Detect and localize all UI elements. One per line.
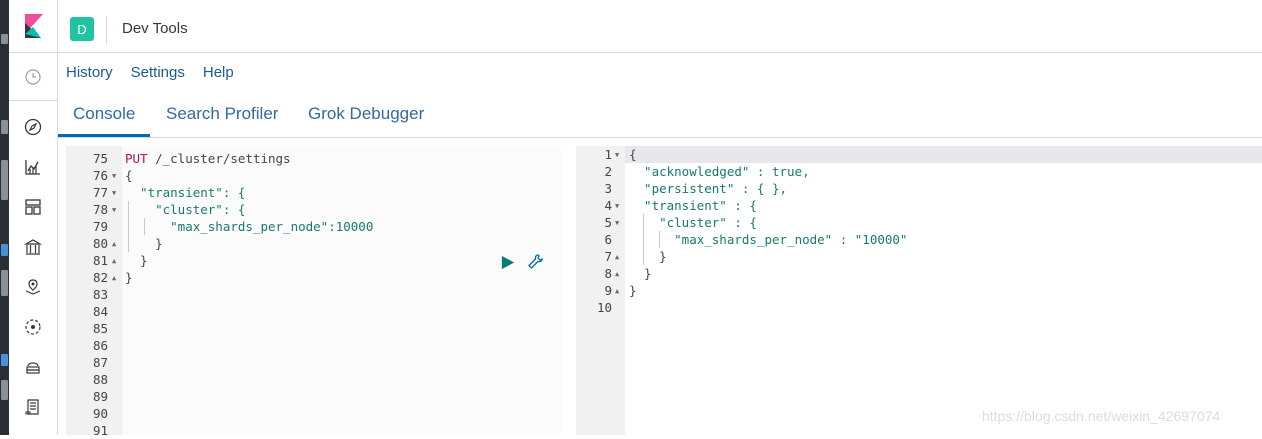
help-link[interactable]: Help [203, 64, 234, 81]
maps-icon[interactable] [21, 275, 45, 299]
kibana-logo-icon[interactable] [21, 14, 45, 38]
line-number: 91 [92, 423, 108, 438]
dashboard-icon[interactable] [21, 195, 45, 219]
wrench-icon[interactable] [527, 253, 545, 271]
fold-toggle-icon[interactable]: ▲ [615, 270, 619, 278]
watermark: https://blog.csdn.net/weixin_42697074 [982, 408, 1221, 424]
line-number: 6 [604, 232, 612, 247]
line-number: 88 [92, 372, 108, 387]
tab-grok-debugger[interactable]: Grok Debugger [308, 104, 424, 136]
active-tab-indicator [58, 134, 150, 137]
request-line: "max_shards_per_node":10000 [125, 219, 374, 234]
request-line: "cluster": { [125, 202, 246, 217]
fold-toggle-icon[interactable]: ▲ [112, 240, 116, 248]
app-header: D Dev Tools [58, 4, 1262, 53]
line-number: 86 [92, 338, 108, 353]
history-link[interactable]: History [66, 64, 113, 81]
request-line: } [125, 270, 133, 285]
fold-toggle-icon[interactable]: ▼ [615, 151, 619, 159]
response-gutter: 1 2 3 4 5 6 7 8 9 10 ▼ ▼ ▼ ▲ ▲ ▲ [576, 146, 625, 435]
line-number: 78 [92, 202, 108, 217]
response-line: } [629, 283, 637, 298]
fold-toggle-icon[interactable]: ▼ [112, 172, 116, 180]
tab-search-profiler[interactable]: Search Profiler [166, 104, 278, 136]
window-edge-strip [0, 0, 9, 435]
line-number: 9 [604, 283, 612, 298]
tab-console[interactable]: Console [73, 104, 135, 136]
request-line: } [125, 236, 163, 251]
response-line: "transient" : { [629, 198, 757, 213]
response-line: } [629, 249, 667, 264]
line-number: 89 [92, 389, 108, 404]
line-number: 83 [92, 287, 108, 302]
line-number: 80 [92, 236, 108, 251]
fold-toggle-icon[interactable]: ▼ [112, 189, 116, 197]
line-number: 90 [92, 406, 108, 421]
response-editor[interactable]: 1 2 3 4 5 6 7 8 9 10 ▼ ▼ ▼ ▲ ▲ ▲ { "ackn… [576, 146, 1262, 435]
response-line: "persistent" : { }, [629, 181, 788, 196]
logs-icon[interactable] [21, 395, 45, 419]
line-number: 5 [604, 215, 612, 230]
active-line-highlight [625, 146, 1262, 163]
request-line: } [125, 253, 148, 268]
request-gutter: 75 76 77 78 79 80 81 82 83 84 85 86 87 8… [66, 146, 122, 438]
line-number: 77 [92, 185, 108, 200]
play-icon[interactable] [498, 253, 516, 271]
line-number: 2 [604, 164, 612, 179]
line-number: 10 [596, 300, 612, 315]
fold-toggle-icon[interactable]: ▲ [615, 287, 619, 295]
settings-link[interactable]: Settings [131, 64, 185, 81]
line-number: 82 [92, 270, 108, 285]
line-number: 7 [604, 249, 612, 264]
left-nav [9, 0, 58, 435]
request-editor[interactable]: 75 76 77 78 79 80 81 82 83 84 85 86 87 8… [66, 146, 561, 438]
top-menu: History Settings Help [66, 64, 234, 81]
request-line: PUT /_cluster/settings [125, 151, 291, 166]
fold-toggle-icon[interactable]: ▲ [112, 257, 116, 265]
response-line: "max_shards_per_node" : "10000" [629, 232, 908, 247]
canvas-icon[interactable] [21, 235, 45, 259]
compass-icon[interactable] [21, 115, 45, 139]
ml-icon[interactable] [21, 315, 45, 339]
response-line: "cluster" : { [629, 215, 757, 230]
fold-toggle-icon[interactable]: ▼ [615, 202, 619, 210]
request-line: { [125, 168, 133, 183]
tab-bar: Console Search Profiler Grok Debugger [58, 96, 1262, 138]
page-title: Dev Tools [122, 20, 188, 37]
line-number: 8 [604, 266, 612, 281]
line-number: 75 [92, 151, 108, 166]
line-number: 3 [604, 181, 612, 196]
fold-toggle-icon[interactable]: ▼ [615, 219, 619, 227]
line-number: 76 [92, 168, 108, 183]
fold-toggle-icon[interactable]: ▲ [615, 253, 619, 261]
fold-toggle-icon[interactable]: ▼ [112, 206, 116, 214]
line-number: 84 [92, 304, 108, 319]
chart-icon[interactable] [21, 155, 45, 179]
response-line: "acknowledged" : true, [629, 164, 810, 179]
response-line: { [629, 147, 637, 162]
clock-icon[interactable] [21, 65, 45, 89]
line-number: 4 [604, 198, 612, 213]
fold-toggle-icon[interactable]: ▲ [112, 274, 116, 282]
line-number: 85 [92, 321, 108, 336]
space-avatar[interactable]: D [70, 17, 94, 41]
infrastructure-icon[interactable] [21, 355, 45, 379]
request-line: "transient": { [125, 185, 246, 200]
line-number: 81 [92, 253, 108, 268]
line-number: 1 [604, 147, 612, 162]
response-line: } [629, 266, 652, 281]
request-actions [498, 253, 545, 271]
line-number: 87 [92, 355, 108, 370]
line-number: 79 [92, 219, 108, 234]
